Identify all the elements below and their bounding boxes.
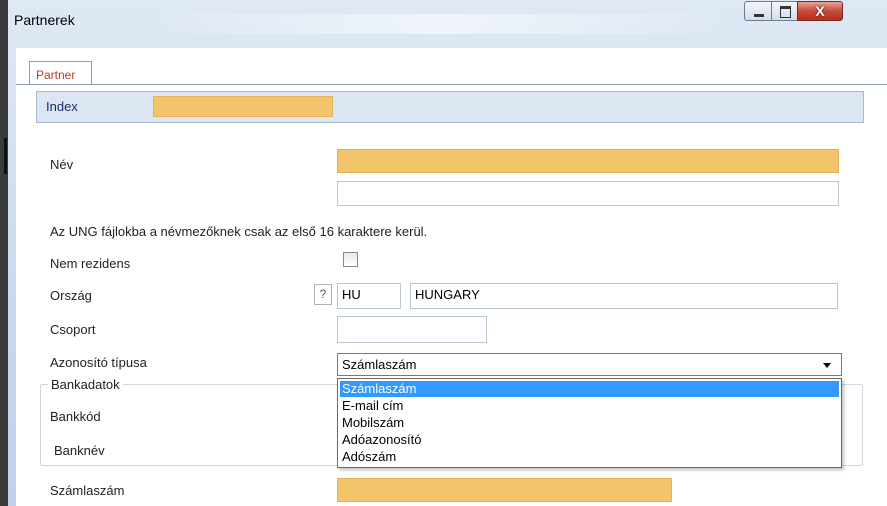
tab-partner[interactable]: Partner bbox=[29, 61, 92, 84]
window-title: Partnerek bbox=[14, 12, 75, 28]
banknev-label: Banknév bbox=[54, 443, 105, 458]
nem-rezidens-checkbox[interactable] bbox=[343, 252, 358, 267]
maximize-icon bbox=[780, 6, 791, 18]
orszag-code-input[interactable]: HU bbox=[337, 283, 401, 309]
szamlaszam-input[interactable] bbox=[337, 478, 672, 502]
orszag-label: Ország bbox=[50, 288, 92, 303]
minimize-icon bbox=[754, 14, 764, 17]
maximize-button[interactable] bbox=[771, 1, 798, 21]
azonosito-dropdown-list: Számlaszám E-mail cím Mobilszám Adóazono… bbox=[337, 378, 842, 468]
nev2-input[interactable] bbox=[337, 181, 839, 206]
background-mark bbox=[4, 138, 7, 174]
index-input[interactable] bbox=[153, 96, 333, 117]
option-mobilszam[interactable]: Mobilszám bbox=[340, 415, 839, 431]
ung-note: Az UNG fájlokba a névmezőknek csak az el… bbox=[50, 224, 428, 239]
minimize-button[interactable] bbox=[744, 1, 772, 21]
azonosito-combobox[interactable]: Számlaszám bbox=[337, 353, 842, 376]
option-adoazonosito[interactable]: Adóazonosító bbox=[340, 432, 839, 448]
orszag-name-input[interactable]: HUNGARY bbox=[410, 283, 838, 309]
szamlaszam-label: Számlaszám bbox=[50, 483, 125, 498]
nev-label: Név bbox=[50, 157, 74, 172]
background-strip bbox=[0, 0, 8, 506]
title-bar-glow bbox=[150, 14, 730, 34]
close-icon: X bbox=[815, 3, 825, 19]
azonosito-label: Azonosító típusa bbox=[50, 355, 147, 370]
bankadatok-title: Bankadatok bbox=[48, 377, 123, 392]
csoport-input[interactable] bbox=[337, 316, 487, 343]
close-button[interactable]: X bbox=[797, 1, 843, 21]
bankkod-label: Bankkód bbox=[50, 409, 101, 424]
option-szamlaszam[interactable]: Számlaszám bbox=[340, 381, 839, 397]
index-label: Index bbox=[46, 99, 78, 114]
option-adoszam[interactable]: Adószám bbox=[340, 449, 839, 465]
chevron-down-icon[interactable] bbox=[823, 363, 831, 368]
nem-rezidens-label: Nem rezidens bbox=[50, 256, 131, 271]
csoport-label: Csoport bbox=[50, 322, 96, 337]
option-email-cim[interactable]: E-mail cím bbox=[340, 398, 839, 414]
orszag-help-button[interactable]: ? bbox=[314, 284, 332, 305]
nev-input[interactable] bbox=[337, 149, 839, 173]
azonosito-selected-value: Számlaszám bbox=[342, 357, 417, 372]
